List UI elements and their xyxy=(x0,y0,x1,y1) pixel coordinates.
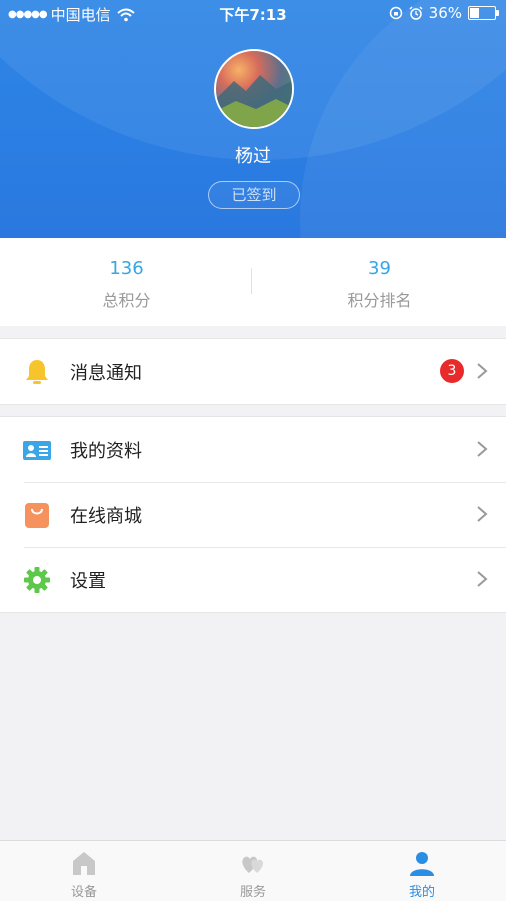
stat-label: 积分排名 xyxy=(347,291,412,310)
bell-icon xyxy=(26,360,48,384)
notification-badge: 3 xyxy=(440,359,464,383)
chevron-right-icon xyxy=(477,363,488,379)
battery-icon xyxy=(468,6,499,20)
checkin-button[interactable]: 已签到 xyxy=(208,181,300,209)
hearts-icon xyxy=(242,856,264,873)
tab-label: 服务 xyxy=(239,885,266,900)
home-icon xyxy=(73,852,95,875)
chevron-right-icon xyxy=(477,571,488,587)
chevron-right-icon xyxy=(477,506,488,522)
username: 杨过 xyxy=(235,146,271,167)
orientation-lock-icon xyxy=(389,6,402,20)
menu-item-label: 设置 xyxy=(70,571,106,592)
stat-label: 总积分 xyxy=(102,291,151,310)
person-icon xyxy=(410,852,434,876)
stat-value: 39 xyxy=(368,258,391,279)
avatar[interactable] xyxy=(214,49,294,129)
status-right: 36% xyxy=(389,4,499,22)
id-card-icon xyxy=(23,441,51,460)
menu-item-profile[interactable]: 我的资料 xyxy=(0,417,506,482)
stat-value: 136 xyxy=(109,258,144,279)
battery-fill xyxy=(470,8,479,18)
tab-mine[interactable]: 我的 xyxy=(338,841,506,901)
stat-ranking[interactable]: 39 积分排名 xyxy=(253,238,506,311)
status-bar: ●●●●● 中国电信 下午7:13 36% xyxy=(0,0,506,26)
divider xyxy=(251,268,252,294)
tab-label: 我的 xyxy=(408,885,435,900)
menu-item-notifications[interactable]: 消息通知 3 xyxy=(0,339,506,404)
battery-percent: 36% xyxy=(428,4,462,22)
profile-header: ●●●●● 中国电信 下午7:13 36% 杨过 已签到 xyxy=(0,0,506,238)
tab-label: 设备 xyxy=(70,885,97,900)
alarm-icon xyxy=(409,6,423,20)
menu-item-label: 在线商城 xyxy=(70,506,142,527)
menu-item-settings[interactable]: 设置 xyxy=(0,547,506,612)
tab-bar: 设备 服务 我的 xyxy=(0,840,506,901)
menu-section: 我的资料 在线商城 设置 xyxy=(0,416,506,613)
gear-icon xyxy=(24,567,50,593)
menu-item-label: 我的资料 xyxy=(70,441,142,462)
notifications-section: 消息通知 3 xyxy=(0,338,506,405)
tab-services[interactable]: 服务 xyxy=(169,841,337,901)
stats-panel: 136 总积分 39 积分排名 xyxy=(0,238,506,326)
stat-total-points[interactable]: 136 总积分 xyxy=(0,238,253,311)
shopping-bag-icon xyxy=(25,503,49,528)
menu-item-shop[interactable]: 在线商城 xyxy=(0,482,506,547)
tab-devices[interactable]: 设备 xyxy=(0,841,168,901)
avatar-image xyxy=(216,75,292,127)
menu-item-label: 消息通知 xyxy=(70,363,142,384)
chevron-right-icon xyxy=(477,441,488,457)
